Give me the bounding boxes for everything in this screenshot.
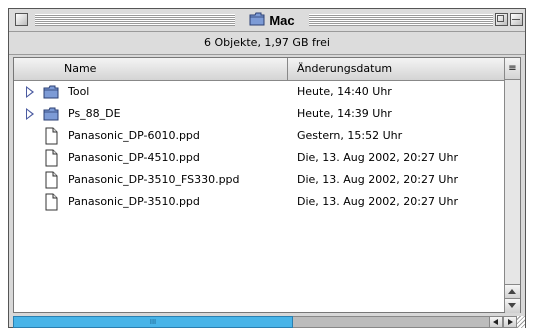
list-item[interactable]: Panasonic_DP-4510.ppd Die, 13. Aug 2002, …	[14, 147, 504, 169]
folder-icon	[249, 12, 265, 29]
title-stripes-right	[309, 14, 493, 26]
list-item[interactable]: Panasonic_DP-3510.ppd Die, 13. Aug 2002, …	[14, 191, 504, 213]
vertical-scrollbar[interactable]	[504, 80, 520, 313]
document-icon	[42, 127, 60, 145]
window-title: Mac	[235, 11, 309, 29]
list-item[interactable]: Ps_88_DE Heute, 14:39 Uhr	[14, 103, 504, 125]
scroll-down-arrow[interactable]	[505, 298, 520, 313]
file-name[interactable]: Panasonic_DP-4510.ppd	[68, 147, 200, 169]
modified-date: Gestern, 15:52 Uhr	[297, 129, 403, 142]
document-icon	[42, 193, 60, 211]
file-list-view: Name Änderungsdatum ≡ Tool Heute, 14:40 U…	[13, 57, 521, 313]
column-header-name[interactable]: Name	[14, 58, 288, 80]
title-bar[interactable]: Mac	[9, 9, 525, 32]
file-rows: Tool Heute, 14:40 Uhr Ps_88_DE Heute, 14:39…	[14, 81, 504, 213]
document-icon	[42, 149, 60, 167]
file-name[interactable]: Tool	[68, 81, 89, 103]
bottom-bar: III	[9, 316, 525, 328]
scroll-up-arrow[interactable]	[505, 284, 520, 299]
file-name[interactable]: Panasonic_DP-6010.ppd	[68, 125, 200, 147]
file-name[interactable]: Ps_88_DE	[68, 103, 121, 125]
modified-date: Die, 13. Aug 2002, 20:27 Uhr	[297, 151, 458, 164]
folder-icon	[42, 105, 60, 123]
disclosure-triangle-icon[interactable]	[26, 108, 34, 120]
modified-date: Heute, 14:40 Uhr	[297, 85, 392, 98]
collapse-box[interactable]	[510, 13, 523, 26]
column-header-date[interactable]: Änderungsdatum	[289, 58, 504, 80]
list-item[interactable]: Panasonic_DP-3510_FS330.ppd Die, 13. Aug …	[14, 169, 504, 191]
file-name[interactable]: Panasonic_DP-3510.ppd	[68, 191, 200, 213]
scroll-left-arrow[interactable]	[489, 316, 503, 328]
modified-date: Heute, 14:39 Uhr	[297, 107, 392, 120]
document-icon	[42, 171, 60, 189]
file-name[interactable]: Panasonic_DP-3510_FS330.ppd	[68, 169, 240, 191]
column-header: Name Änderungsdatum	[14, 58, 504, 81]
folder-icon	[42, 83, 60, 101]
scroll-right-arrow[interactable]	[503, 316, 517, 328]
resize-grip[interactable]	[517, 316, 525, 328]
close-box[interactable]	[15, 13, 28, 26]
horizontal-scroll-track[interactable]	[293, 316, 489, 328]
finder-window: Mac 6 Objekte, 1,97 GB frei Name Änderun…	[8, 8, 526, 328]
title-stripes-left	[35, 14, 235, 26]
list-item[interactable]: Tool Heute, 14:40 Uhr	[14, 81, 504, 103]
horizontal-scroll-thumb[interactable]: III	[13, 316, 293, 328]
window-title-text: Mac	[269, 12, 295, 28]
sort-direction-button[interactable]: ≡	[504, 58, 520, 80]
status-info: 6 Objekte, 1,97 GB frei	[9, 32, 525, 55]
modified-date: Die, 13. Aug 2002, 20:27 Uhr	[297, 195, 458, 208]
list-item[interactable]: Panasonic_DP-6010.ppd Gestern, 15:52 Uhr	[14, 125, 504, 147]
zoom-box[interactable]	[495, 13, 508, 26]
disclosure-triangle-icon[interactable]	[26, 86, 34, 98]
modified-date: Die, 13. Aug 2002, 20:27 Uhr	[297, 173, 458, 186]
